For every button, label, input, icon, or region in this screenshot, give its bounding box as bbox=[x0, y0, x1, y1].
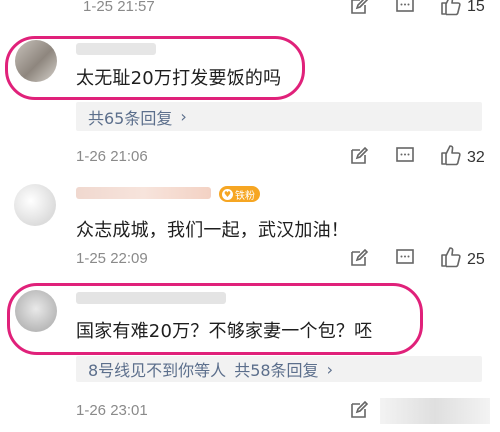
comment-time: 1-26 21:06 bbox=[76, 148, 148, 165]
reply-thread-link[interactable]: 共65条回复 › bbox=[76, 102, 482, 131]
like-count: 15 bbox=[467, 0, 485, 15]
username-blurred[interactable] bbox=[76, 292, 226, 304]
like-count: 32 bbox=[467, 149, 485, 166]
edit-icon[interactable] bbox=[349, 248, 369, 268]
comment-text: 太无耻20万打发要饭的吗 bbox=[76, 68, 282, 89]
reply-count-label: 共58条回复 bbox=[234, 361, 319, 380]
like-icon[interactable] bbox=[440, 0, 462, 16]
comment-icon[interactable] bbox=[395, 146, 415, 166]
comment-time: 1-25 21:57 bbox=[83, 0, 155, 15]
badge-label: 铁粉 bbox=[235, 190, 255, 202]
edit-icon[interactable] bbox=[349, 146, 369, 166]
comment-text: 众志成城，我们一起，武汉加油！ bbox=[76, 220, 349, 241]
username-blurred[interactable] bbox=[76, 43, 156, 55]
like-icon[interactable] bbox=[440, 144, 462, 166]
avatar[interactable] bbox=[15, 40, 57, 82]
edit-icon[interactable] bbox=[349, 0, 369, 16]
chevron-right-icon: › bbox=[326, 359, 333, 379]
username-blurred[interactable] bbox=[76, 187, 211, 199]
like-count: 25 bbox=[467, 251, 485, 268]
reply-user: 8号线见不到你等人 bbox=[88, 361, 227, 380]
watermark bbox=[380, 398, 490, 424]
like-icon[interactable] bbox=[440, 246, 462, 268]
reply-count-label: 共65条回复 bbox=[88, 108, 173, 128]
chevron-right-icon: › bbox=[180, 107, 187, 126]
reply-thread-link[interactable]: 8号线见不到你等人 共58条回复 › bbox=[76, 356, 482, 382]
comment-time: 1-26 23:01 bbox=[76, 402, 148, 419]
avatar[interactable] bbox=[15, 290, 57, 332]
comment-text: 国家有难20万？不够家妻一个包？呸 bbox=[76, 321, 373, 342]
comment-icon[interactable] bbox=[395, 0, 415, 16]
avatar[interactable] bbox=[14, 184, 56, 226]
comment-time: 1-25 22:09 bbox=[76, 250, 148, 267]
edit-icon[interactable] bbox=[349, 400, 369, 420]
fan-badge: ♥ 铁粉 bbox=[219, 186, 260, 202]
comment-icon[interactable] bbox=[395, 248, 415, 268]
heart-icon: ♥ bbox=[222, 188, 233, 200]
